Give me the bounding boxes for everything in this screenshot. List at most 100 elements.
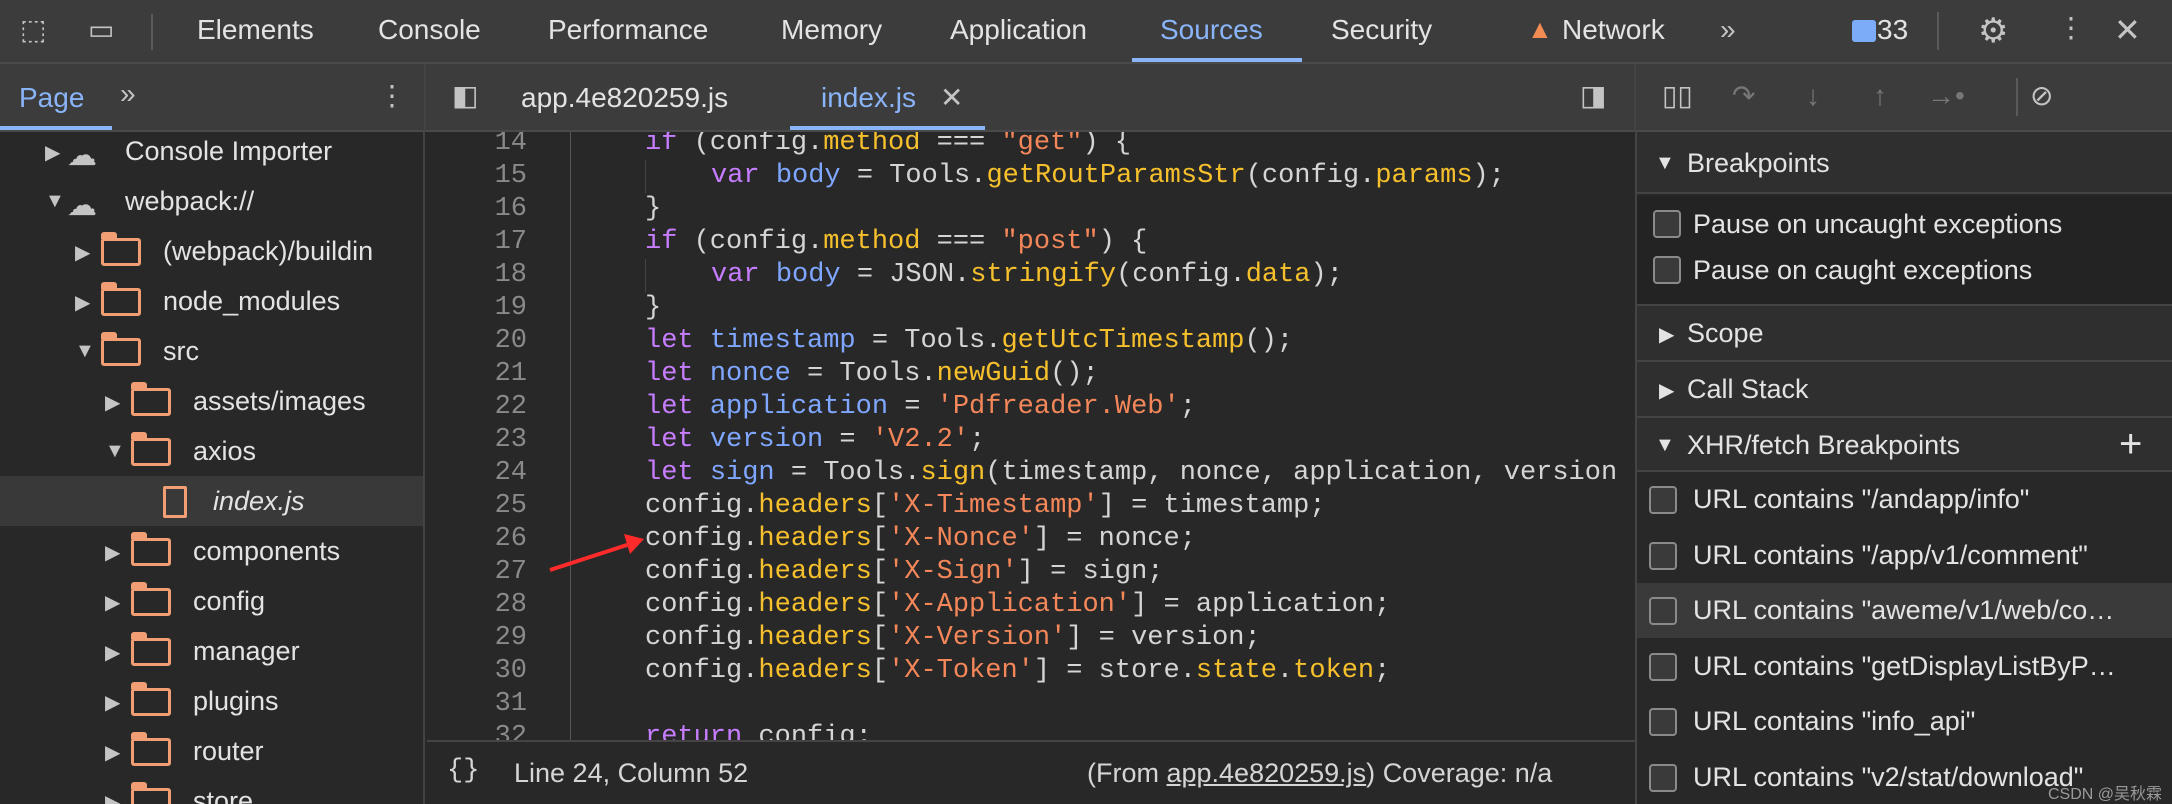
- xhr-breakpoint-item[interactable]: URL contains "info_api": [1637, 694, 2172, 749]
- tab-page[interactable]: Page: [19, 82, 84, 114]
- line-number[interactable]: 31: [427, 688, 527, 721]
- tab-performance[interactable]: Performance: [548, 14, 708, 46]
- collapse-arrow-icon[interactable]: ▼: [105, 440, 125, 463]
- tab-sources[interactable]: Sources: [1160, 14, 1263, 46]
- code-line[interactable]: 21 let nonce = Tools.newGuid();: [427, 358, 1635, 391]
- line-number[interactable]: 19: [427, 292, 527, 325]
- xhr-breakpoint-item[interactable]: URL contains "aweme/v1/web/co…: [1637, 583, 2172, 638]
- tree-item[interactable]: ▶ (webpack)/buildin: [0, 226, 423, 276]
- tree-item[interactable]: ▶ config: [0, 576, 423, 626]
- expand-arrow-icon[interactable]: ▶: [105, 540, 120, 565]
- checkbox[interactable]: [1649, 486, 1677, 514]
- tree-item[interactable]: ▶ ☁ Console Importer: [0, 132, 423, 176]
- code-line[interactable]: 23 let version = 'V2.2';: [427, 424, 1635, 457]
- xhr-breakpoints-header[interactable]: ▼ XHR/fetch Breakpoints +: [1637, 416, 2172, 472]
- add-icon[interactable]: +: [2119, 422, 2142, 467]
- code-line[interactable]: 22 let application = 'Pdfreader.Web';: [427, 391, 1635, 424]
- pretty-print-icon[interactable]: {}: [447, 756, 479, 786]
- tree-item[interactable]: ▼ axios: [0, 426, 423, 476]
- close-tab-icon[interactable]: ✕: [940, 84, 963, 112]
- tree-item[interactable]: ▼ src: [0, 326, 423, 376]
- device-toolbar-icon[interactable]: ▭: [88, 16, 114, 44]
- toggle-navigator-icon[interactable]: ◧: [452, 82, 478, 110]
- more-tabs-icon[interactable]: »: [1720, 16, 1736, 44]
- tab-network[interactable]: Network: [1562, 14, 1665, 46]
- line-number[interactable]: 26: [427, 523, 527, 556]
- expand-arrow-icon[interactable]: ▶: [105, 640, 120, 665]
- more-options-icon[interactable]: ⋮: [2057, 14, 2085, 42]
- tab-memory[interactable]: Memory: [781, 14, 882, 46]
- gear-icon[interactable]: ⚙: [1978, 14, 2008, 48]
- code-line[interactable]: 18 var body = JSON.stringify(config.data)…: [427, 259, 1635, 292]
- code-line[interactable]: 16}: [427, 193, 1635, 226]
- line-number[interactable]: 17: [427, 226, 527, 259]
- step-icon[interactable]: →•: [1927, 82, 1965, 110]
- expand-arrow-icon[interactable]: ▶: [75, 240, 90, 265]
- checkbox[interactable]: [1649, 541, 1677, 570]
- expand-arrow-icon[interactable]: ▶: [105, 740, 120, 765]
- line-number[interactable]: 24: [427, 457, 527, 490]
- line-number[interactable]: 16: [427, 193, 527, 226]
- code-line[interactable]: 24 let sign = Tools.sign(timestamp, nonce…: [427, 457, 1635, 490]
- tab-console[interactable]: Console: [378, 14, 481, 46]
- step-out-icon[interactable]: ↑: [1873, 82, 1887, 110]
- inspect-element-icon[interactable]: ⬚: [20, 16, 46, 44]
- code-line[interactable]: 32 return config;: [427, 721, 1635, 740]
- more-options-icon[interactable]: ⋮: [378, 82, 406, 110]
- checkbox[interactable]: [1649, 708, 1677, 736]
- line-number[interactable]: 15: [427, 160, 527, 193]
- code-line[interactable]: 15 var body = Tools.getRoutParamsStr(conf…: [427, 160, 1635, 193]
- checkbox[interactable]: [1649, 652, 1677, 681]
- step-into-icon[interactable]: ↓: [1806, 82, 1820, 110]
- expand-arrow-icon[interactable]: ▶: [105, 390, 120, 415]
- tree-item[interactable]: ▶ manager: [0, 626, 423, 676]
- line-number[interactable]: 14: [427, 132, 527, 160]
- line-number[interactable]: 22: [427, 391, 527, 424]
- tree-item[interactable]: ▶ plugins: [0, 676, 423, 726]
- code-editor[interactable]: 14 if (config.method === "get") {15 var bo…: [427, 132, 1635, 740]
- checkbox-pause-caught[interactable]: [1653, 256, 1681, 284]
- tab-application[interactable]: Application: [950, 14, 1087, 46]
- more-tabs-icon[interactable]: »: [120, 80, 136, 108]
- code-line[interactable]: 20 let timestamp = Tools.getUtcTimestamp(…: [427, 325, 1635, 358]
- tree-item[interactable]: ▶ components: [0, 526, 423, 576]
- editor-tab-index-js[interactable]: index.js: [821, 82, 916, 114]
- breakpoints-header[interactable]: ▼ Breakpoints: [1637, 132, 2172, 194]
- code-line[interactable]: 30 config.headers['X-Token'] = store.stat…: [427, 655, 1635, 688]
- collapse-arrow-icon[interactable]: ▼: [75, 340, 95, 363]
- tab-security[interactable]: Security: [1331, 14, 1432, 46]
- code-line[interactable]: 14 if (config.method === "get") {: [427, 132, 1635, 160]
- line-number[interactable]: 23: [427, 424, 527, 457]
- deactivate-breakpoints-icon[interactable]: ⊘: [2030, 82, 2053, 110]
- line-number[interactable]: 29: [427, 622, 527, 655]
- line-number[interactable]: 18: [427, 259, 527, 292]
- expand-arrow-icon[interactable]: ▶: [75, 290, 90, 315]
- tree-item[interactable]: ▶ assets/images: [0, 376, 423, 426]
- issues-count[interactable]: 33: [1877, 14, 1908, 46]
- tree-item[interactable]: ▶ store: [0, 776, 423, 804]
- editor-tab-app-js[interactable]: app.4e820259.js: [521, 82, 728, 114]
- scope-header[interactable]: ▶ Scope: [1637, 304, 2172, 360]
- close-icon[interactable]: ✕: [2114, 14, 2141, 46]
- collapse-arrow-icon[interactable]: ▼: [45, 190, 65, 213]
- xhr-breakpoint-item[interactable]: URL contains "getDisplayListByP…: [1637, 639, 2172, 694]
- line-number[interactable]: 20: [427, 325, 527, 358]
- xhr-breakpoint-item[interactable]: URL contains "/app/v1/comment": [1637, 528, 2172, 583]
- tree-item[interactable]: index.js: [0, 476, 423, 526]
- code-line[interactable]: 31: [427, 688, 1635, 721]
- line-number[interactable]: 30: [427, 655, 527, 688]
- tab-elements[interactable]: Elements: [197, 14, 314, 46]
- code-line[interactable]: 28 config.headers['X-Application'] = appl…: [427, 589, 1635, 622]
- line-number[interactable]: 25: [427, 490, 527, 523]
- call-stack-header[interactable]: ▶ Call Stack: [1637, 360, 2172, 416]
- line-number[interactable]: 32: [427, 721, 527, 740]
- line-number[interactable]: 21: [427, 358, 527, 391]
- pause-icon[interactable]: ▯▯: [1662, 82, 1693, 110]
- checkbox-pause-uncaught[interactable]: [1653, 210, 1681, 238]
- toggle-debugger-icon[interactable]: ◨: [1580, 82, 1606, 110]
- expand-arrow-icon[interactable]: ▶: [45, 140, 60, 165]
- tree-item[interactable]: ▶ router: [0, 726, 423, 776]
- code-line[interactable]: 19}: [427, 292, 1635, 325]
- line-number[interactable]: 28: [427, 589, 527, 622]
- checkbox[interactable]: [1649, 597, 1677, 625]
